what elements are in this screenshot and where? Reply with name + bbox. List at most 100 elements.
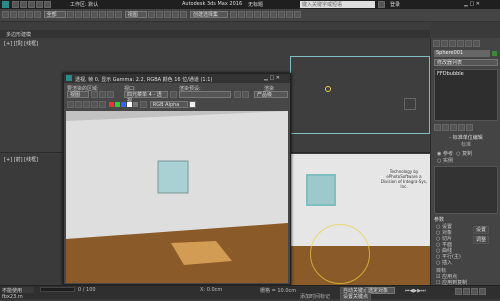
- search-icon[interactable]: [378, 1, 386, 8]
- copy-image-icon[interactable]: [75, 101, 82, 108]
- create-tab-icon[interactable]: [433, 40, 440, 47]
- channel-display-icon[interactable]: [140, 101, 148, 108]
- redo-icon[interactable]: [44, 1, 51, 8]
- window-crossing-icon[interactable]: [91, 11, 99, 18]
- save-image-icon[interactable]: [67, 101, 74, 108]
- params-title[interactable]: 参数: [434, 216, 498, 223]
- redo-icon[interactable]: [10, 11, 17, 18]
- rect-select-icon[interactable]: [83, 11, 91, 18]
- modify-tab-icon[interactable]: [441, 40, 448, 47]
- motion-tab-icon[interactable]: [457, 40, 464, 47]
- object-color-swatch[interactable]: [492, 51, 497, 56]
- radio-reference[interactable]: ◉ 参考 ○ 复制: [437, 150, 472, 157]
- rollout-title[interactable]: - 标准单位编辑: [434, 134, 498, 141]
- percent-snap-icon[interactable]: [172, 11, 180, 18]
- set-key-button[interactable]: 设置关键点: [340, 293, 372, 301]
- radio-instance[interactable]: ○ 实例: [437, 157, 472, 164]
- move-icon[interactable]: [99, 11, 107, 18]
- render-frame-icon[interactable]: [285, 11, 293, 18]
- zoom-icon[interactable]: [455, 288, 462, 295]
- show-end-result-icon[interactable]: [442, 124, 449, 131]
- named-selection-set[interactable]: 创建选择集: [189, 11, 228, 18]
- modifier-stack-item[interactable]: FFDbubble: [435, 70, 497, 78]
- orbit-icon[interactable]: [471, 288, 478, 295]
- maxscript-listener[interactable]: 不能使用 fbx23.m: [2, 287, 34, 300]
- modifier-list-select[interactable]: 修改器列表: [434, 59, 498, 66]
- select-by-name-icon[interactable]: [75, 11, 83, 18]
- clear-icon[interactable]: [99, 101, 106, 108]
- minimize-icon[interactable]: ▁: [464, 1, 468, 7]
- curve-editor-icon[interactable]: [253, 11, 261, 18]
- environment-icon[interactable]: [242, 91, 249, 98]
- workspace-label[interactable]: 工作区: 默认: [70, 1, 98, 8]
- app-logo-icon[interactable]: [2, 1, 9, 8]
- sign-in-button[interactable]: 登录: [390, 1, 400, 8]
- crop-icon[interactable]: [90, 91, 98, 98]
- render-setup-icon[interactable]: [277, 11, 285, 18]
- region-icon[interactable]: [98, 91, 106, 98]
- pin-stack-icon[interactable]: [434, 124, 441, 131]
- area-select[interactable]: 视图: [67, 91, 89, 98]
- render-setup-icon[interactable]: [234, 91, 241, 98]
- param-row[interactable]: ○ 插入: [436, 260, 461, 266]
- close-icon[interactable]: ✕: [476, 1, 480, 7]
- modifier-stack[interactable]: FFDbubble: [434, 69, 498, 121]
- search-input[interactable]: 键入关键字或短语: [300, 1, 375, 8]
- selection-filter-select[interactable]: 全部: [43, 11, 66, 18]
- render-icon[interactable]: [293, 11, 301, 18]
- lock-icon[interactable]: [106, 91, 114, 98]
- minimize-icon[interactable]: ▁: [264, 75, 268, 81]
- mirror-icon[interactable]: [229, 11, 237, 18]
- viewcube-icon[interactable]: [404, 98, 416, 110]
- save-icon[interactable]: [28, 1, 35, 8]
- viewport-label-front[interactable]: [+] [前] [线框]: [4, 156, 38, 163]
- pan-icon[interactable]: [463, 288, 470, 295]
- close-icon[interactable]: ✕: [276, 75, 280, 81]
- sphere-gizmo[interactable]: [310, 224, 370, 284]
- setup-button[interactable]: 设置: [473, 226, 490, 234]
- configure-sets-icon[interactable]: [466, 124, 473, 131]
- reference-coord-select[interactable]: 视图: [124, 11, 147, 18]
- undo-icon[interactable]: [36, 1, 43, 8]
- green-channel-icon[interactable]: [114, 102, 120, 107]
- schematic-icon[interactable]: [261, 11, 269, 18]
- display-tab-icon[interactable]: [465, 40, 472, 47]
- goto-end-icon[interactable]: ⏭: [421, 288, 426, 294]
- maximize-viewport-icon[interactable]: [479, 288, 486, 295]
- new-icon[interactable]: [12, 1, 19, 8]
- align-icon[interactable]: [237, 11, 245, 18]
- render-type-select[interactable]: 产品级: [254, 91, 288, 98]
- spinner-snap-icon[interactable]: [180, 11, 188, 18]
- adjust-button[interactable]: 调整: [473, 236, 490, 244]
- blue-channel-icon[interactable]: [120, 102, 126, 107]
- viewport-label-top[interactable]: [+] [顶] [线框]: [4, 40, 38, 47]
- red-channel-icon[interactable]: [108, 102, 114, 107]
- remove-modifier-icon[interactable]: [458, 124, 465, 131]
- unlink-icon[interactable]: [26, 11, 33, 18]
- channel-select[interactable]: RGB Alpha: [149, 101, 188, 108]
- render-frame-window[interactable]: 透视, 帧 0, 显示 Gamma: 2.2, RGBA 颜色 16 位/通道 …: [63, 73, 291, 285]
- maximize-icon[interactable]: □: [269, 75, 274, 81]
- time-slider[interactable]: [40, 287, 75, 292]
- pivot-icon[interactable]: [148, 11, 156, 18]
- scale-icon[interactable]: [115, 11, 123, 18]
- viewport-select[interactable]: 四元菜单 4 - 透视: [124, 91, 168, 104]
- layer-icon[interactable]: [245, 11, 253, 18]
- make-unique-icon[interactable]: [450, 124, 457, 131]
- preset-select[interactable]: [179, 91, 231, 98]
- scene-tab[interactable]: 多边形建模: [6, 31, 31, 38]
- select-icon[interactable]: [67, 11, 75, 18]
- open-icon[interactable]: [20, 1, 27, 8]
- undo-icon[interactable]: [2, 11, 9, 18]
- print-icon[interactable]: [91, 101, 98, 108]
- utilities-tab-icon[interactable]: [473, 40, 480, 47]
- material-editor-icon[interactable]: [269, 11, 277, 18]
- bind-icon[interactable]: [34, 11, 41, 18]
- mono-icon[interactable]: [132, 102, 138, 107]
- viewport-lock-icon[interactable]: [169, 91, 177, 98]
- angle-snap-icon[interactable]: [164, 11, 172, 18]
- maximize-icon[interactable]: □: [469, 1, 474, 7]
- snap-icon[interactable]: [156, 11, 164, 18]
- rotate-icon[interactable]: [107, 11, 115, 18]
- color-swatch-icon[interactable]: [189, 101, 197, 108]
